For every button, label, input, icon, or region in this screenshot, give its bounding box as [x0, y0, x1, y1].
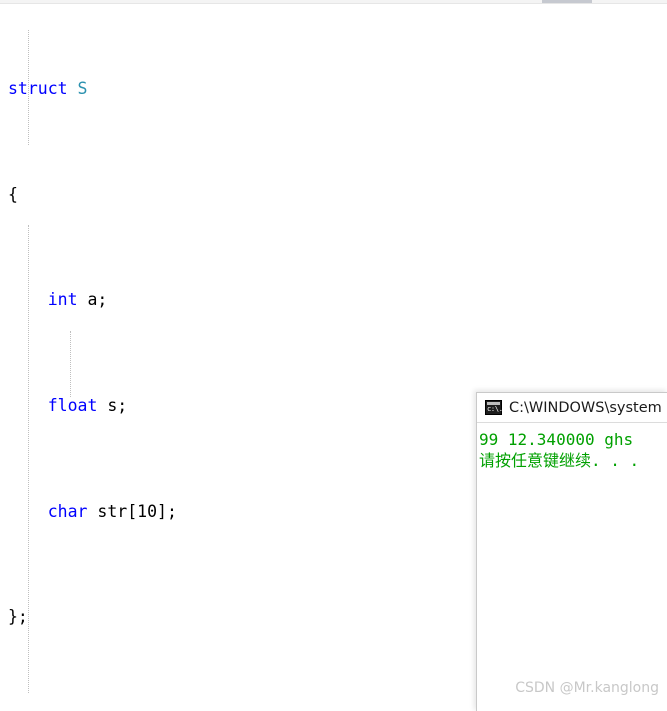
code-line-1: struct S — [0, 76, 667, 102]
token-decl-a: a; — [77, 290, 108, 310]
cmd-console-icon — [485, 400, 503, 415]
code-line-2: { — [0, 182, 667, 208]
token-keyword-int: int — [47, 290, 78, 310]
console-output-line-2: 请按任意键继续. . . — [479, 451, 640, 470]
console-window[interactable]: C:\WINDOWS\system 99 12.340000 ghs 请按任意键… — [476, 392, 667, 711]
token-keyword-float: float — [47, 396, 98, 416]
code-line-3: int a; — [0, 287, 667, 313]
token-brace-open: { — [8, 184, 18, 204]
console-output-line-1: 99 12.340000 ghs — [479, 430, 634, 449]
token-keyword-struct: struct — [8, 79, 68, 99]
console-titlebar[interactable]: C:\WINDOWS\system — [477, 393, 667, 423]
console-window-title: C:\WINDOWS\system — [509, 399, 662, 416]
token-decl-str: str[10]; — [87, 501, 177, 521]
screenshot-root: struct S { int a; float s; char str[10];… — [0, 0, 667, 711]
token-decl-s: s; — [97, 396, 128, 416]
token-keyword-char: char — [47, 501, 88, 521]
console-output-area[interactable]: 99 12.340000 ghs 请按任意键继续. . . — [477, 423, 667, 711]
csdn-watermark: CSDN @Mr.kanglong — [515, 680, 659, 696]
token-struct-end: }; — [8, 607, 28, 627]
token-type-S: S — [77, 79, 88, 99]
